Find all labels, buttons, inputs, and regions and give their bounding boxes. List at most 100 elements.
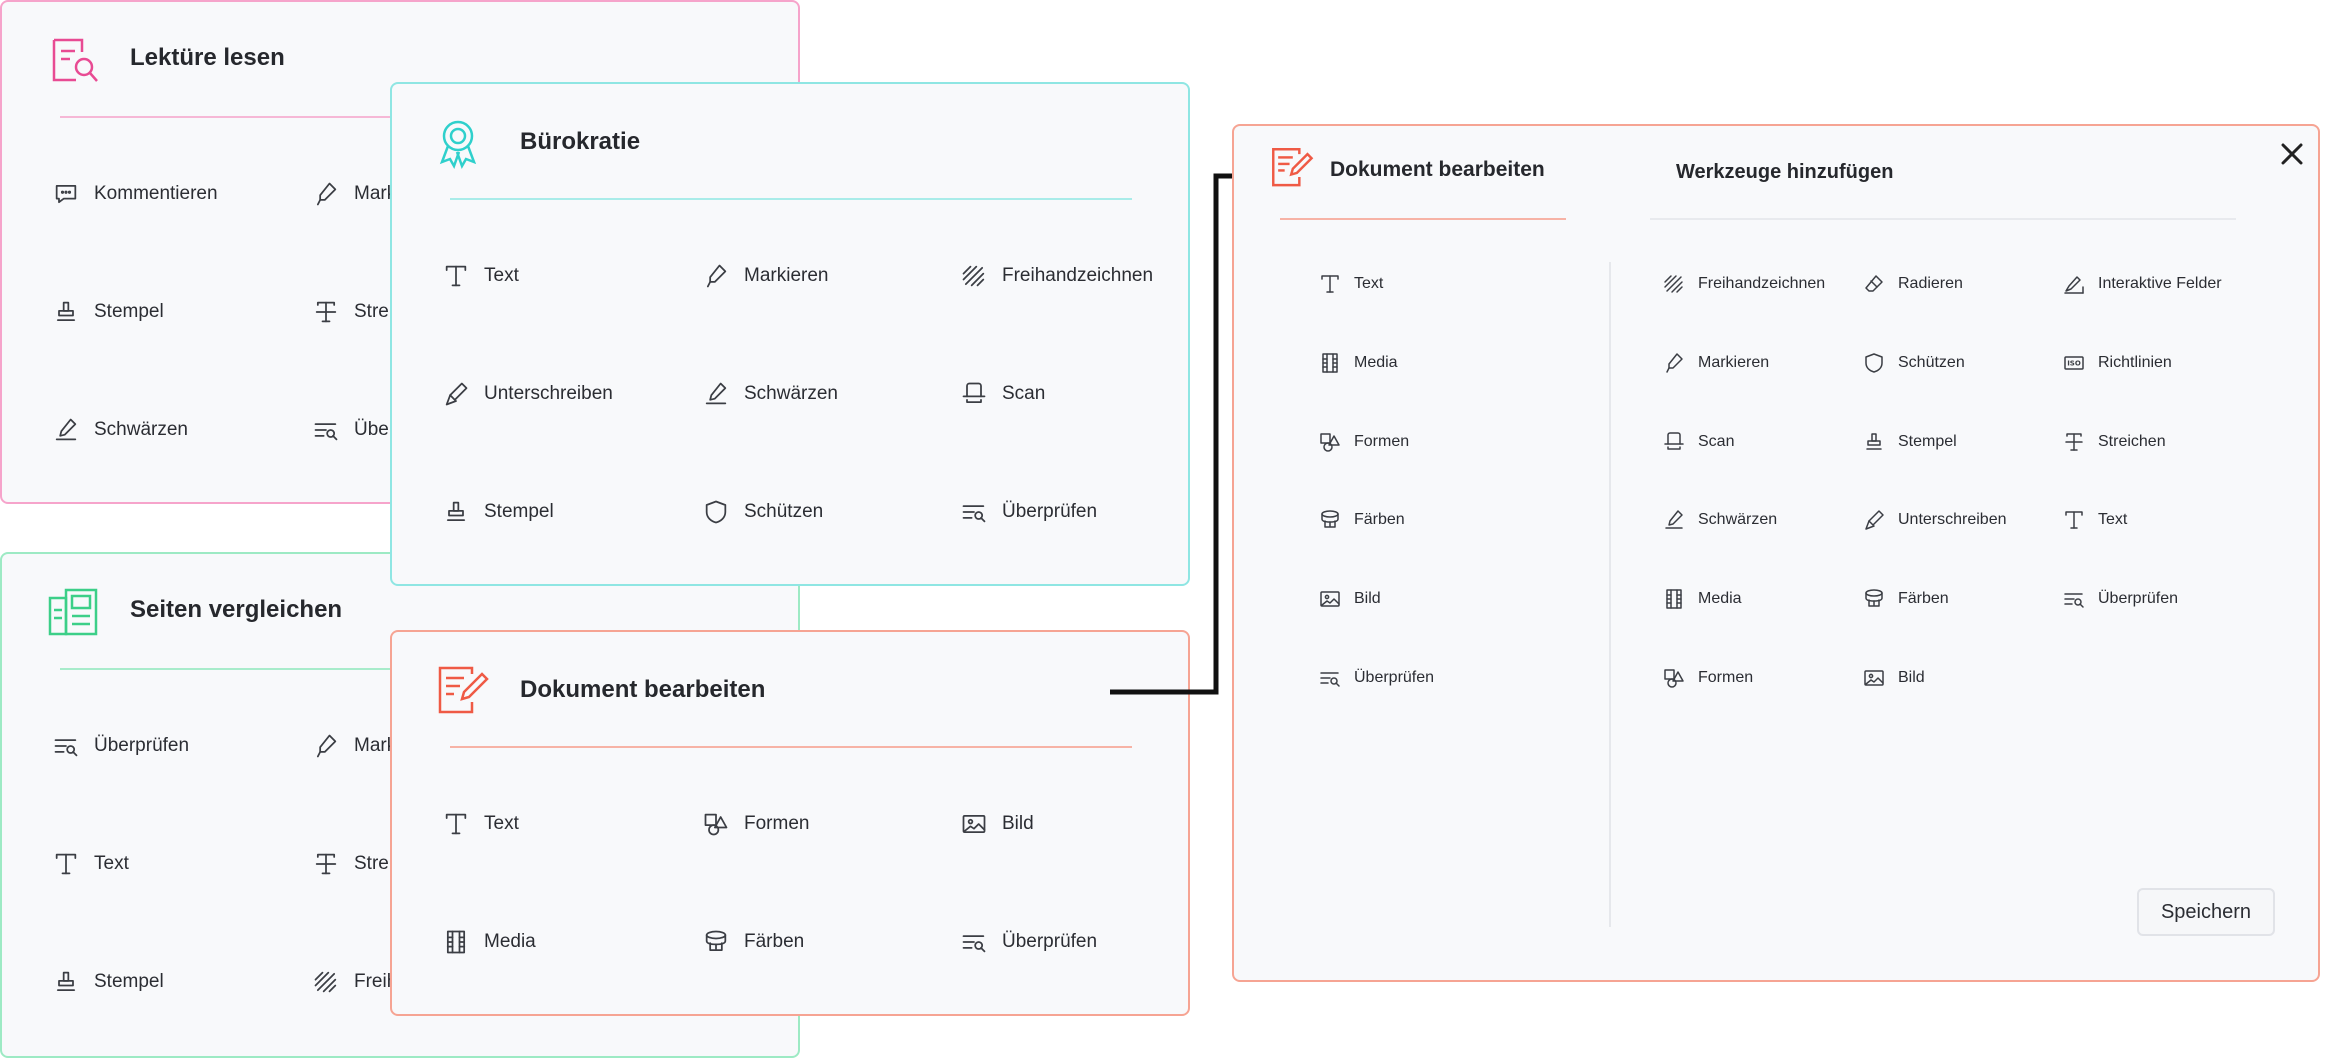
tool-label: Media	[1354, 354, 1398, 371]
available-tool-media[interactable]: Media	[1662, 587, 1742, 611]
tool-label: Markieren	[1698, 354, 1770, 371]
available-tool-interaktive-felder[interactable]: Interaktive Felder	[2062, 272, 2222, 296]
redact-icon	[702, 380, 730, 408]
text-icon	[1318, 272, 1342, 296]
available-tool-scan[interactable]: Scan	[1662, 430, 1734, 454]
tool-ueberpruefen[interactable]: Überprüfen	[960, 498, 1097, 526]
tool-label: Radieren	[1898, 275, 1963, 292]
highlighter-icon	[312, 180, 340, 208]
tool-label: Schwärzen	[744, 383, 838, 404]
card-divider	[60, 116, 390, 118]
available-tool-stempel[interactable]: Stempel	[1862, 430, 1957, 454]
tool-bild[interactable]: Bild	[960, 810, 1034, 838]
form-field-icon	[2062, 272, 2086, 296]
tool-ueberpruefen[interactable]: Überprüfen	[960, 928, 1097, 956]
card-title: Bürokratie	[520, 128, 641, 155]
tool-label: Interaktive Felder	[2098, 275, 2222, 292]
tool-text[interactable]: Text	[52, 850, 129, 878]
tool-stempel[interactable]: Stempel	[52, 298, 164, 326]
tool-label: Schwärzen	[94, 419, 188, 440]
film-icon	[1318, 351, 1342, 375]
available-tool-schuetzen[interactable]: Schützen	[1862, 351, 1965, 375]
eraser-icon	[1862, 272, 1886, 296]
tool-label: Text	[484, 265, 519, 286]
available-tool-bild[interactable]: Bild	[1862, 666, 1925, 690]
stamp-icon	[1862, 430, 1886, 454]
tool-freihandzeichnen[interactable]: Freih	[312, 968, 397, 996]
tool-faerben[interactable]: Färben	[702, 928, 804, 956]
review-icon	[52, 732, 80, 760]
comment-icon	[52, 180, 80, 208]
card-dokument-bearbeiten[interactable]: Dokument bearbeiten Text Formen Bild Med…	[390, 630, 1190, 1016]
available-tool-ueberpruefen[interactable]: Überprüfen	[2062, 587, 2178, 611]
selected-tool-formen[interactable]: Formen	[1318, 430, 1409, 454]
tool-schwaerzen[interactable]: Schwärzen	[702, 380, 838, 408]
tool-markieren[interactable]: Markieren	[702, 262, 828, 290]
available-tool-unterschreiben[interactable]: Unterschreiben	[1862, 508, 2007, 532]
highlighter-icon	[1662, 351, 1686, 375]
tool-text[interactable]: Text	[442, 262, 519, 290]
available-tool-freihandzeichnen[interactable]: Freihandzeichnen	[1662, 272, 1825, 296]
tool-scan[interactable]: Scan	[960, 380, 1045, 408]
selected-tool-faerben[interactable]: Färben	[1318, 508, 1405, 532]
column-separator	[1609, 262, 1611, 927]
tool-streichen[interactable]: Strei	[312, 850, 393, 878]
tool-label: Bild	[1898, 669, 1925, 686]
tool-text[interactable]: Text	[442, 810, 519, 838]
tool-label: Freihandzeichnen	[1698, 275, 1826, 292]
save-button[interactable]: Speichern	[2137, 888, 2275, 936]
strikethrough-icon	[2062, 430, 2086, 454]
strikethrough-icon	[312, 850, 340, 878]
tool-label: Bild	[1354, 590, 1381, 607]
paint-bucket-icon	[702, 928, 730, 956]
shield-icon	[1862, 351, 1886, 375]
tool-schwaerzen[interactable]: Schwärzen	[52, 416, 188, 444]
selected-tool-text[interactable]: Text	[1318, 272, 1383, 296]
tool-label: Formen	[744, 813, 810, 834]
tool-streichen[interactable]: Strei	[312, 298, 393, 326]
strikethrough-icon	[312, 298, 340, 326]
selected-tool-bild[interactable]: Bild	[1318, 587, 1381, 611]
tool-label: Bild	[1002, 813, 1034, 834]
tool-stempel[interactable]: Stempel	[52, 968, 164, 996]
iso-guideline-icon: ISO	[2062, 351, 2086, 375]
available-tool-faerben[interactable]: Färben	[1862, 587, 1949, 611]
tool-media[interactable]: Media	[442, 928, 536, 956]
freehand-icon	[1662, 272, 1686, 296]
available-tool-markieren[interactable]: Markieren	[1662, 351, 1769, 375]
available-tool-streichen[interactable]: Streichen	[2062, 430, 2166, 454]
available-tool-schwaerzen[interactable]: Schwärzen	[1662, 508, 1777, 532]
selected-tool-ueberpruefen[interactable]: Überprüfen	[1318, 666, 1434, 690]
available-tool-radieren[interactable]: Radieren	[1862, 272, 1963, 296]
card-title: Lektüre lesen	[130, 44, 285, 71]
tool-label: Strei	[354, 301, 394, 322]
available-tool-text[interactable]: Text	[2062, 508, 2127, 532]
close-icon	[2281, 143, 2303, 165]
tool-label: Stempel	[484, 501, 554, 522]
tool-unterschreiben[interactable]: Unterschreiben	[442, 380, 613, 408]
available-tool-formen[interactable]: Formen	[1662, 666, 1753, 690]
tool-ueberpruefen[interactable]: Überprüfen	[52, 732, 189, 760]
image-icon	[1318, 587, 1342, 611]
tool-markieren[interactable]: Mark	[312, 732, 396, 760]
edit-document-icon	[436, 664, 490, 718]
review-icon	[2062, 587, 2086, 611]
highlighter-icon	[312, 732, 340, 760]
selected-tool-media[interactable]: Media	[1318, 351, 1398, 375]
tool-label: Überprüfen	[1002, 931, 1098, 952]
card-divider	[450, 198, 1132, 200]
close-button[interactable]	[2276, 138, 2308, 170]
available-tool-richtlinien[interactable]: ISO Richtlinien	[2062, 351, 2172, 375]
tool-stempel[interactable]: Stempel	[442, 498, 554, 526]
review-icon	[960, 498, 988, 526]
tool-kommentieren[interactable]: Kommentieren	[52, 180, 218, 208]
paint-bucket-icon	[1318, 508, 1342, 532]
tool-formen[interactable]: Formen	[702, 810, 809, 838]
tool-schuetzen[interactable]: Schützen	[702, 498, 823, 526]
tool-markieren[interactable]: Mark	[312, 180, 396, 208]
tool-ueberpruefen[interactable]: Über	[312, 416, 395, 444]
text-icon	[2062, 508, 2086, 532]
freehand-icon	[960, 262, 988, 290]
card-divider	[450, 746, 1132, 748]
tool-label: Überprüfen	[94, 735, 190, 756]
